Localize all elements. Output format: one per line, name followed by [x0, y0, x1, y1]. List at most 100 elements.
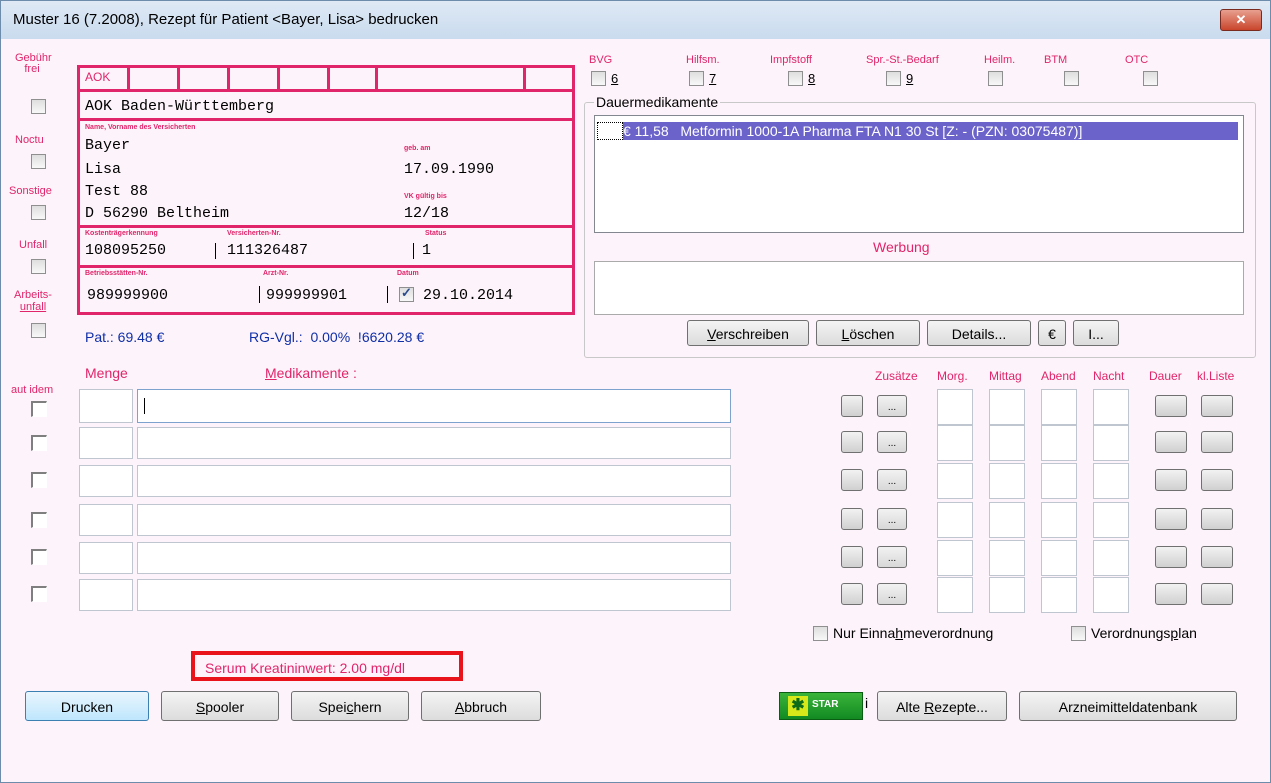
loeschen-button[interactable]: Löschen [816, 320, 920, 346]
cat-otc-checkbox[interactable] [1143, 71, 1158, 86]
medikament-input[interactable] [137, 389, 731, 423]
morg-input[interactable] [937, 577, 973, 613]
aut-idem-checkbox[interactable] [31, 472, 47, 488]
klliste-button[interactable] [1201, 546, 1233, 568]
medikament-input[interactable] [137, 427, 731, 459]
dauer-button[interactable] [1155, 583, 1187, 605]
mittag-input[interactable] [989, 540, 1025, 576]
unfall-checkbox[interactable] [31, 259, 46, 274]
menge-input[interactable] [79, 427, 133, 459]
abend-input[interactable] [1041, 463, 1077, 499]
dauer-button[interactable] [1155, 546, 1187, 568]
medikament-input[interactable] [137, 504, 731, 536]
menge-input[interactable] [79, 389, 133, 423]
nacht-input[interactable] [1093, 389, 1129, 425]
sonstige-checkbox[interactable] [31, 205, 46, 220]
nacht-input[interactable] [1093, 425, 1129, 461]
cat-impfstoff-checkbox[interactable] [788, 71, 803, 86]
menge-input[interactable] [79, 504, 133, 536]
klliste-button[interactable] [1201, 395, 1233, 417]
abend-input[interactable] [1041, 540, 1077, 576]
noctu-checkbox[interactable] [31, 154, 46, 169]
alte-rezepte-button[interactable]: Alte Rezepte... [877, 691, 1007, 721]
morg-input[interactable] [937, 389, 973, 425]
zusatz-more-button[interactable]: ... [877, 546, 907, 568]
list-item[interactable]: € 11,58 Metformin 1000-1A Pharma FTA N1 … [623, 122, 1238, 140]
morg-input[interactable] [937, 463, 973, 499]
medikament-input[interactable] [137, 465, 731, 497]
medikament-input[interactable] [137, 579, 731, 611]
menge-input[interactable] [79, 542, 133, 574]
aut-idem-checkbox[interactable] [31, 586, 47, 602]
zusatz-more-button[interactable]: ... [877, 508, 907, 530]
nacht-input[interactable] [1093, 540, 1129, 576]
close-icon[interactable]: ✕ [1220, 9, 1262, 31]
mittag-input[interactable] [989, 425, 1025, 461]
verschreiben-button[interactable]: Verschreiben [687, 320, 809, 346]
zusatz-button[interactable] [841, 469, 863, 491]
cat-sprst-checkbox[interactable] [886, 71, 901, 86]
verordnungsplan-checkbox[interactable] [1071, 626, 1086, 641]
morg-input[interactable] [937, 502, 973, 538]
aut-idem-checkbox[interactable] [31, 435, 47, 451]
zusatz-more-button[interactable]: ... [877, 469, 907, 491]
cat-bvg-checkbox[interactable] [591, 71, 606, 86]
nacht-input[interactable] [1093, 577, 1129, 613]
zusatz-button[interactable] [841, 583, 863, 605]
aut-idem-checkbox[interactable] [31, 401, 47, 417]
morg-input[interactable] [937, 425, 973, 461]
abend-input[interactable] [1041, 577, 1077, 613]
zusatz-button[interactable] [841, 546, 863, 568]
dauer-button[interactable] [1155, 431, 1187, 453]
mittag-input[interactable] [989, 463, 1025, 499]
nacht-input[interactable] [1093, 502, 1129, 538]
zusatz-more-button[interactable]: ... [877, 395, 907, 417]
star-button[interactable]: ✱ STAR [779, 692, 863, 720]
noctu-label: Noctu [15, 134, 44, 146]
abend-header: Abend [1041, 369, 1076, 383]
morg-input[interactable] [937, 540, 973, 576]
klliste-button[interactable] [1201, 469, 1233, 491]
aut-idem-checkbox[interactable] [31, 549, 47, 565]
abend-input[interactable] [1041, 389, 1077, 425]
klliste-button[interactable] [1201, 431, 1233, 453]
arzneimitteldatenbank-button[interactable]: Arzneimitteldatenbank [1019, 691, 1237, 721]
klliste-button[interactable] [1201, 583, 1233, 605]
dauer-button[interactable] [1155, 508, 1187, 530]
details-button[interactable]: Details... [927, 320, 1031, 346]
gebuehr-frei-checkbox[interactable] [31, 99, 46, 114]
zusatz-button[interactable] [841, 395, 863, 417]
cat-hilfsm-checkbox[interactable] [689, 71, 704, 86]
title-bar[interactable]: Muster 16 (7.2008), Rezept für Patient <… [1, 1, 1270, 39]
euro-button[interactable]: € [1038, 320, 1066, 346]
abend-input[interactable] [1041, 425, 1077, 461]
menge-header: Menge [85, 365, 128, 381]
menge-input[interactable] [79, 465, 133, 497]
medikament-input[interactable] [137, 542, 731, 574]
spooler-button[interactable]: Spooler [161, 691, 279, 721]
menge-input[interactable] [79, 579, 133, 611]
info-button[interactable]: I... [1073, 320, 1119, 346]
dauer-button[interactable] [1155, 469, 1187, 491]
mittag-input[interactable] [989, 577, 1025, 613]
arbeitsunfall-checkbox[interactable] [31, 323, 46, 338]
dauer-button[interactable] [1155, 395, 1187, 417]
nur-einnahme-checkbox[interactable] [813, 626, 828, 641]
abend-input[interactable] [1041, 502, 1077, 538]
mittag-input[interactable] [989, 502, 1025, 538]
aut-idem-checkbox[interactable] [31, 512, 47, 528]
speichern-button[interactable]: Speichern [291, 691, 409, 721]
zusatz-more-button[interactable]: ... [877, 431, 907, 453]
cat-heilm-checkbox[interactable] [988, 71, 1003, 86]
nacht-input[interactable] [1093, 463, 1129, 499]
zusatz-button[interactable] [841, 508, 863, 530]
zusatz-button[interactable] [841, 431, 863, 453]
mittag-input[interactable] [989, 389, 1025, 425]
cat-btm-checkbox[interactable] [1064, 71, 1079, 86]
dauermedikamente-list[interactable]: € 11,58 Metformin 1000-1A Pharma FTA N1 … [594, 115, 1244, 233]
klliste-button[interactable] [1201, 508, 1233, 530]
datum-checkbox[interactable] [399, 285, 414, 302]
abbruch-button[interactable]: Abbruch [421, 691, 541, 721]
drucken-button[interactable]: Drucken [25, 691, 149, 721]
zusatz-more-button[interactable]: ... [877, 583, 907, 605]
